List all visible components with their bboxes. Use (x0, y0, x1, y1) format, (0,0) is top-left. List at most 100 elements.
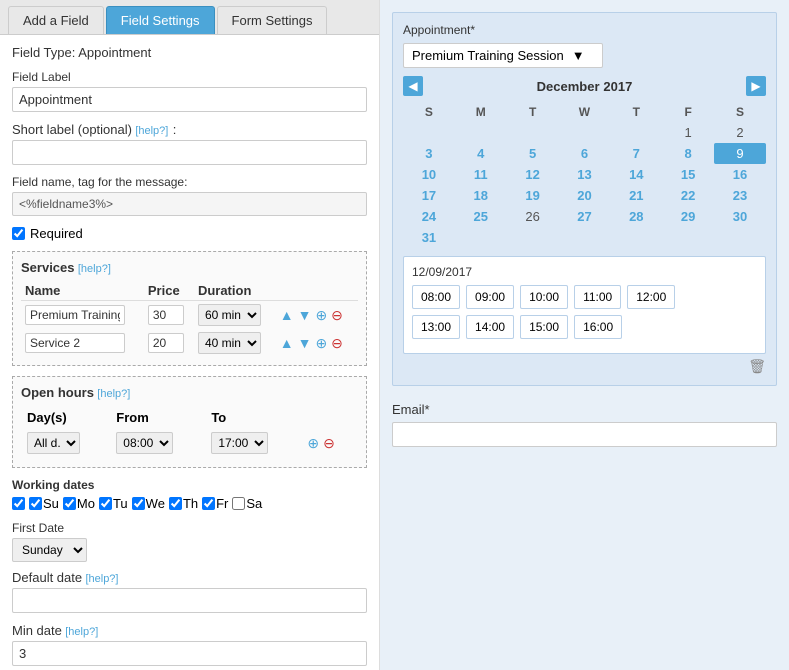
day-su-label: Su (43, 496, 59, 511)
service-1-duration[interactable]: 60 min 30 min 40 min 90 min (198, 304, 261, 326)
time-slot-0800[interactable]: 08:00 (412, 285, 460, 309)
calendar-day-cell[interactable]: 23 (714, 185, 766, 206)
day-sa-checkbox[interactable] (232, 497, 245, 510)
day-we-checkbox[interactable] (132, 497, 145, 510)
time-slot-1100[interactable]: 11:00 (574, 285, 621, 309)
time-slot-1300[interactable]: 13:00 (412, 315, 460, 339)
working-days-row: Su Mo Tu We (12, 496, 367, 511)
services-help[interactable]: [help?] (78, 263, 111, 275)
time-slot-1000[interactable]: 10:00 (520, 285, 568, 309)
service-2-down[interactable]: ▼ (297, 335, 313, 351)
calendar-day-cell[interactable]: 22 (662, 185, 714, 206)
calendar-day-cell[interactable]: 6 (559, 143, 611, 164)
cal-prev-button[interactable]: ◀ (403, 76, 423, 96)
service-2-up[interactable]: ▲ (279, 335, 295, 351)
field-name-label: Field name, tag for the message: (12, 175, 367, 189)
day-su-checkbox[interactable] (29, 497, 42, 510)
service-1-price[interactable] (148, 305, 184, 325)
min-date-help[interactable]: [help?] (65, 626, 98, 638)
tab-bar: Add a Field Field Settings Form Settings (0, 0, 379, 35)
time-slot-0900[interactable]: 09:00 (466, 285, 514, 309)
day-fr-checkbox[interactable] (202, 497, 215, 510)
short-label-help[interactable]: [help?] (135, 125, 168, 137)
calendar-day-cell[interactable]: 5 (507, 143, 559, 164)
email-label: Email* (392, 402, 777, 417)
email-input[interactable] (392, 422, 777, 447)
calendar-day-cell[interactable]: 4 (455, 143, 507, 164)
calendar-day-cell[interactable]: 25 (455, 206, 507, 227)
time-slot-1500[interactable]: 15:00 (520, 315, 568, 339)
service-2-add[interactable]: ⊕ (314, 335, 328, 352)
field-label-group: Field Label (12, 70, 367, 112)
min-date-group: Min date [help?] (12, 623, 367, 666)
service-2-duration[interactable]: 40 min 30 min 60 min 90 min (198, 332, 261, 354)
calendar-day-cell[interactable]: 13 (559, 164, 611, 185)
calendar-day-cell[interactable]: 29 (662, 206, 714, 227)
cal-header-t2: T (610, 102, 662, 122)
required-checkbox[interactable] (12, 227, 25, 240)
oh-remove[interactable]: ⊖ (322, 435, 336, 452)
trash-icon[interactable]: 🗑 (748, 358, 766, 374)
service-2-remove[interactable]: ⊖ (330, 335, 344, 352)
oh-day-select[interactable]: All d. Mon (27, 432, 80, 454)
calendar-day-cell[interactable]: 18 (455, 185, 507, 206)
wd-main-checkbox[interactable] (12, 497, 25, 510)
calendar-day-cell[interactable]: 30 (714, 206, 766, 227)
calendar-day-cell[interactable]: 20 (559, 185, 611, 206)
calendar-day-cell[interactable]: 12 (507, 164, 559, 185)
min-date-input[interactable] (12, 641, 367, 666)
open-hours-help[interactable]: [help?] (97, 388, 130, 400)
cal-next-button[interactable]: ▶ (746, 76, 766, 96)
calendar-day-cell[interactable]: 3 (403, 143, 455, 164)
time-slot-1200[interactable]: 12:00 (627, 285, 675, 309)
service-dropdown[interactable]: Premium Training Session ▼ (403, 43, 603, 68)
service-1-up[interactable]: ▲ (279, 307, 295, 323)
calendar-day-cell[interactable]: 9 (714, 143, 766, 164)
calendar-day-cell[interactable]: 15 (662, 164, 714, 185)
day-mo: Mo (63, 496, 95, 511)
service-1-name[interactable] (25, 305, 125, 325)
first-date-select[interactable]: Sunday Monday (12, 538, 87, 562)
oh-col-from: From (112, 408, 205, 427)
calendar-week-row: 17181920212223 (403, 185, 766, 206)
time-slot-1400[interactable]: 14:00 (466, 315, 514, 339)
day-tu-checkbox[interactable] (99, 497, 112, 510)
tab-add-field[interactable]: Add a Field (8, 6, 104, 34)
calendar-day-cell[interactable]: 11 (455, 164, 507, 185)
service-1-down[interactable]: ▼ (297, 307, 313, 323)
oh-to-select[interactable]: 17:00 18:00 (211, 432, 268, 454)
calendar-day-cell: 1 (662, 122, 714, 143)
service-2-name[interactable] (25, 333, 125, 353)
cal-year: 2017 (603, 79, 632, 94)
default-date-help[interactable]: [help?] (85, 573, 118, 585)
calendar-day-cell[interactable]: 17 (403, 185, 455, 206)
service-2-price[interactable] (148, 333, 184, 353)
calendar-day-cell[interactable]: 31 (403, 227, 455, 248)
calendar-day-cell[interactable]: 16 (714, 164, 766, 185)
service-1-remove[interactable]: ⊖ (330, 307, 344, 324)
calendar-day-cell[interactable]: 10 (403, 164, 455, 185)
day-mo-checkbox[interactable] (63, 497, 76, 510)
calendar-day-cell[interactable]: 19 (507, 185, 559, 206)
calendar-day-cell[interactable]: 8 (662, 143, 714, 164)
tab-form-settings[interactable]: Form Settings (217, 6, 328, 34)
field-label-input[interactable] (12, 87, 367, 112)
day-th-checkbox[interactable] (169, 497, 182, 510)
service-1-add[interactable]: ⊕ (314, 307, 328, 324)
time-slot-1600[interactable]: 16:00 (574, 315, 622, 339)
calendar-day-cell[interactable]: 14 (610, 164, 662, 185)
col-price: Price (144, 281, 194, 301)
calendar-day-cell[interactable]: 24 (403, 206, 455, 227)
day-sa-label: Sa (246, 496, 262, 511)
short-label-input[interactable] (12, 140, 367, 165)
oh-add[interactable]: ⊕ (306, 435, 320, 452)
calendar-day-cell[interactable]: 27 (559, 206, 611, 227)
default-date-input[interactable] (12, 588, 367, 613)
working-dates-label: Working dates (12, 478, 367, 492)
oh-from-select[interactable]: 08:00 09:00 (116, 432, 173, 454)
day-we-label: We (146, 496, 165, 511)
calendar-day-cell[interactable]: 28 (610, 206, 662, 227)
calendar-day-cell[interactable]: 21 (610, 185, 662, 206)
tab-field-settings[interactable]: Field Settings (106, 6, 215, 34)
calendar-day-cell[interactable]: 7 (610, 143, 662, 164)
